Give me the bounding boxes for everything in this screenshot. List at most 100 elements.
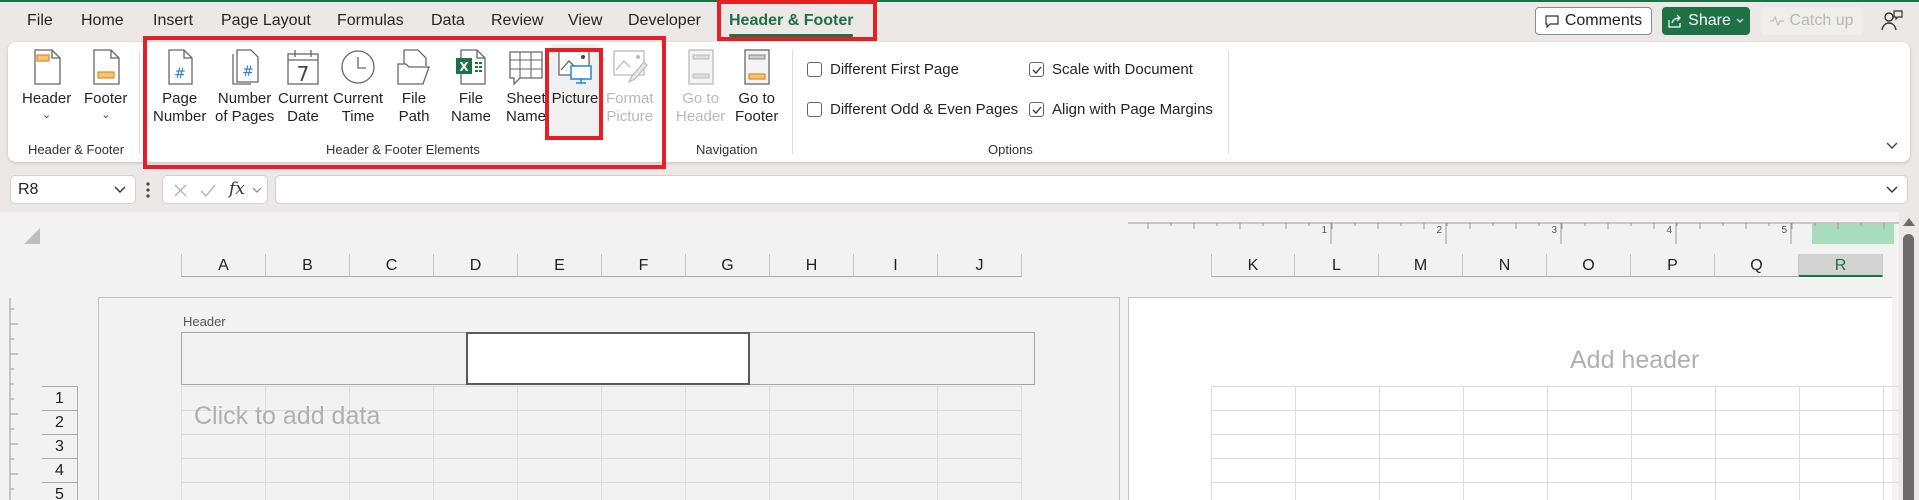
header-right-section[interactable] (750, 332, 1035, 385)
column-header-p[interactable]: P (1631, 254, 1715, 277)
enter-check-icon[interactable] (199, 183, 216, 198)
row-header-3[interactable]: 3 (42, 434, 78, 458)
chevron-down-icon: ⌄ (41, 109, 52, 121)
column-header-h[interactable]: H (770, 254, 854, 277)
go-to-footer-icon (744, 49, 770, 85)
name-box[interactable]: R8 (10, 175, 136, 204)
group-label-options: Options (988, 142, 1033, 157)
group-separator (139, 50, 140, 154)
page-number-button[interactable]: # Page Number (153, 48, 206, 126)
column-header-n[interactable]: N (1463, 254, 1547, 277)
different-odd-even-checkbox[interactable]: Different Odd & Even Pages (807, 101, 1018, 118)
vertical-dots-icon[interactable] (146, 180, 150, 200)
column-header-k[interactable]: K (1211, 254, 1295, 277)
current-date-line2: Date (287, 108, 319, 125)
checkbox-checked[interactable] (1029, 102, 1044, 117)
tab-review[interactable]: Review (491, 12, 543, 30)
format-picture-button[interactable]: Format Picture (606, 48, 654, 126)
add-header-placeholder[interactable]: Add header (1570, 346, 1699, 375)
tab-page-layout[interactable]: Page Layout (221, 12, 311, 30)
header-left-section[interactable] (181, 332, 466, 385)
row-header-1[interactable]: 1 (42, 386, 78, 410)
file-name-button[interactable]: X File Name (451, 48, 491, 126)
sheet-name-line1: Sheet (506, 90, 546, 107)
excel-file-icon: X (456, 49, 486, 85)
tab-header-footer[interactable]: Header & Footer (729, 12, 854, 37)
header-button[interactable]: Header ⌄ (22, 48, 71, 122)
share-label: Share (1688, 12, 1731, 29)
expand-formula-chevron-icon[interactable] (1885, 184, 1899, 194)
footer-button[interactable]: Footer ⌄ (84, 48, 127, 122)
format-picture-line1: Format (606, 90, 654, 107)
tab-file[interactable]: File (27, 12, 53, 30)
different-first-page-checkbox[interactable]: Different First Page (807, 61, 959, 78)
formula-input[interactable] (275, 175, 1908, 204)
row-header-4[interactable]: 4 (42, 458, 78, 482)
column-header-f[interactable]: F (602, 254, 686, 277)
column-header-g[interactable]: G (686, 254, 770, 277)
column-header-b[interactable]: B (266, 254, 350, 277)
scale-with-document-label: Scale with Document (1052, 61, 1193, 78)
ribbon: Header ⌄ Footer ⌄ Header & Footer # Page… (8, 42, 1910, 162)
select-all-corner[interactable] (24, 228, 40, 244)
person-feedback-icon[interactable] (1880, 9, 1904, 33)
column-header-c[interactable]: C (350, 254, 434, 277)
comment-icon (1545, 14, 1559, 28)
column-header-m[interactable]: M (1379, 254, 1463, 277)
comments-button[interactable]: Comments (1535, 7, 1652, 35)
svg-text:7: 7 (297, 62, 310, 86)
number-of-pages-button[interactable]: # Number of Pages (215, 48, 274, 126)
ruler-number: 5 (1781, 225, 1787, 236)
scroll-up-arrow-icon[interactable] (1903, 218, 1915, 226)
click-to-add-data-placeholder[interactable]: Click to add data (194, 402, 380, 431)
svg-text:X: X (459, 60, 469, 74)
go-to-footer-button[interactable]: Go to Footer (735, 48, 778, 126)
tab-view[interactable]: View (568, 12, 602, 30)
scrollbar-thumb[interactable] (1903, 234, 1914, 500)
go-to-header-button[interactable]: Go to Header (676, 48, 725, 126)
header-center-section[interactable] (466, 332, 750, 385)
row-header-5[interactable]: 5 (42, 482, 78, 500)
column-header-d[interactable]: D (434, 254, 518, 277)
column-header-e[interactable]: E (518, 254, 602, 277)
tab-formulas[interactable]: Formulas (337, 12, 404, 30)
group-label-elements: Header & Footer Elements (326, 142, 480, 157)
column-header-o[interactable]: O (1547, 254, 1631, 277)
align-with-margins-checkbox[interactable]: Align with Page Margins (1029, 101, 1213, 118)
svg-text:#: # (174, 66, 186, 82)
cancel-x-icon[interactable] (173, 183, 188, 198)
column-header-l[interactable]: L (1295, 254, 1379, 277)
checkbox-unchecked[interactable] (807, 62, 822, 77)
column-header-j[interactable]: J (938, 254, 1022, 277)
ruler-number: 3 (1551, 225, 1557, 236)
chevron-down-icon[interactable] (252, 187, 262, 194)
chevron-down-icon[interactable] (113, 184, 127, 194)
number-of-pages-icon: # (231, 49, 259, 85)
column-header-q[interactable]: Q (1715, 254, 1799, 277)
tab-home[interactable]: Home (81, 12, 124, 30)
share-button[interactable]: Share (1662, 7, 1750, 35)
column-header-r[interactable]: R (1799, 254, 1883, 277)
column-header-i[interactable]: I (854, 254, 938, 277)
checkbox-checked[interactable] (1029, 62, 1044, 77)
page-2-grid[interactable] (1211, 386, 1899, 500)
sheet-name-button[interactable]: Sheet Name (506, 48, 546, 126)
row-header-2[interactable]: 2 (42, 410, 78, 434)
vertical-scrollbar[interactable] (1899, 212, 1919, 500)
tab-data[interactable]: Data (431, 12, 465, 30)
tab-insert[interactable]: Insert (153, 12, 193, 30)
catch-up-button[interactable]: Catch up (1761, 7, 1863, 35)
column-header-a[interactable]: A (181, 254, 266, 277)
insert-function-icon[interactable]: fx (229, 179, 245, 199)
tab-developer[interactable]: Developer (628, 12, 701, 30)
file-path-button[interactable]: File Path (396, 48, 432, 126)
picture-button[interactable]: Picture (551, 44, 599, 140)
current-date-button[interactable]: 7 Current Date (278, 48, 328, 126)
checkbox-unchecked[interactable] (807, 102, 822, 117)
number-of-pages-line2: of Pages (215, 108, 275, 125)
format-picture-icon (613, 50, 648, 84)
ribbon-collapse-chevron-icon[interactable] (1884, 138, 1900, 152)
header-button-label: Header (22, 90, 72, 107)
current-time-button[interactable]: Current Time (333, 48, 383, 126)
scale-with-document-checkbox[interactable]: Scale with Document (1029, 61, 1193, 78)
